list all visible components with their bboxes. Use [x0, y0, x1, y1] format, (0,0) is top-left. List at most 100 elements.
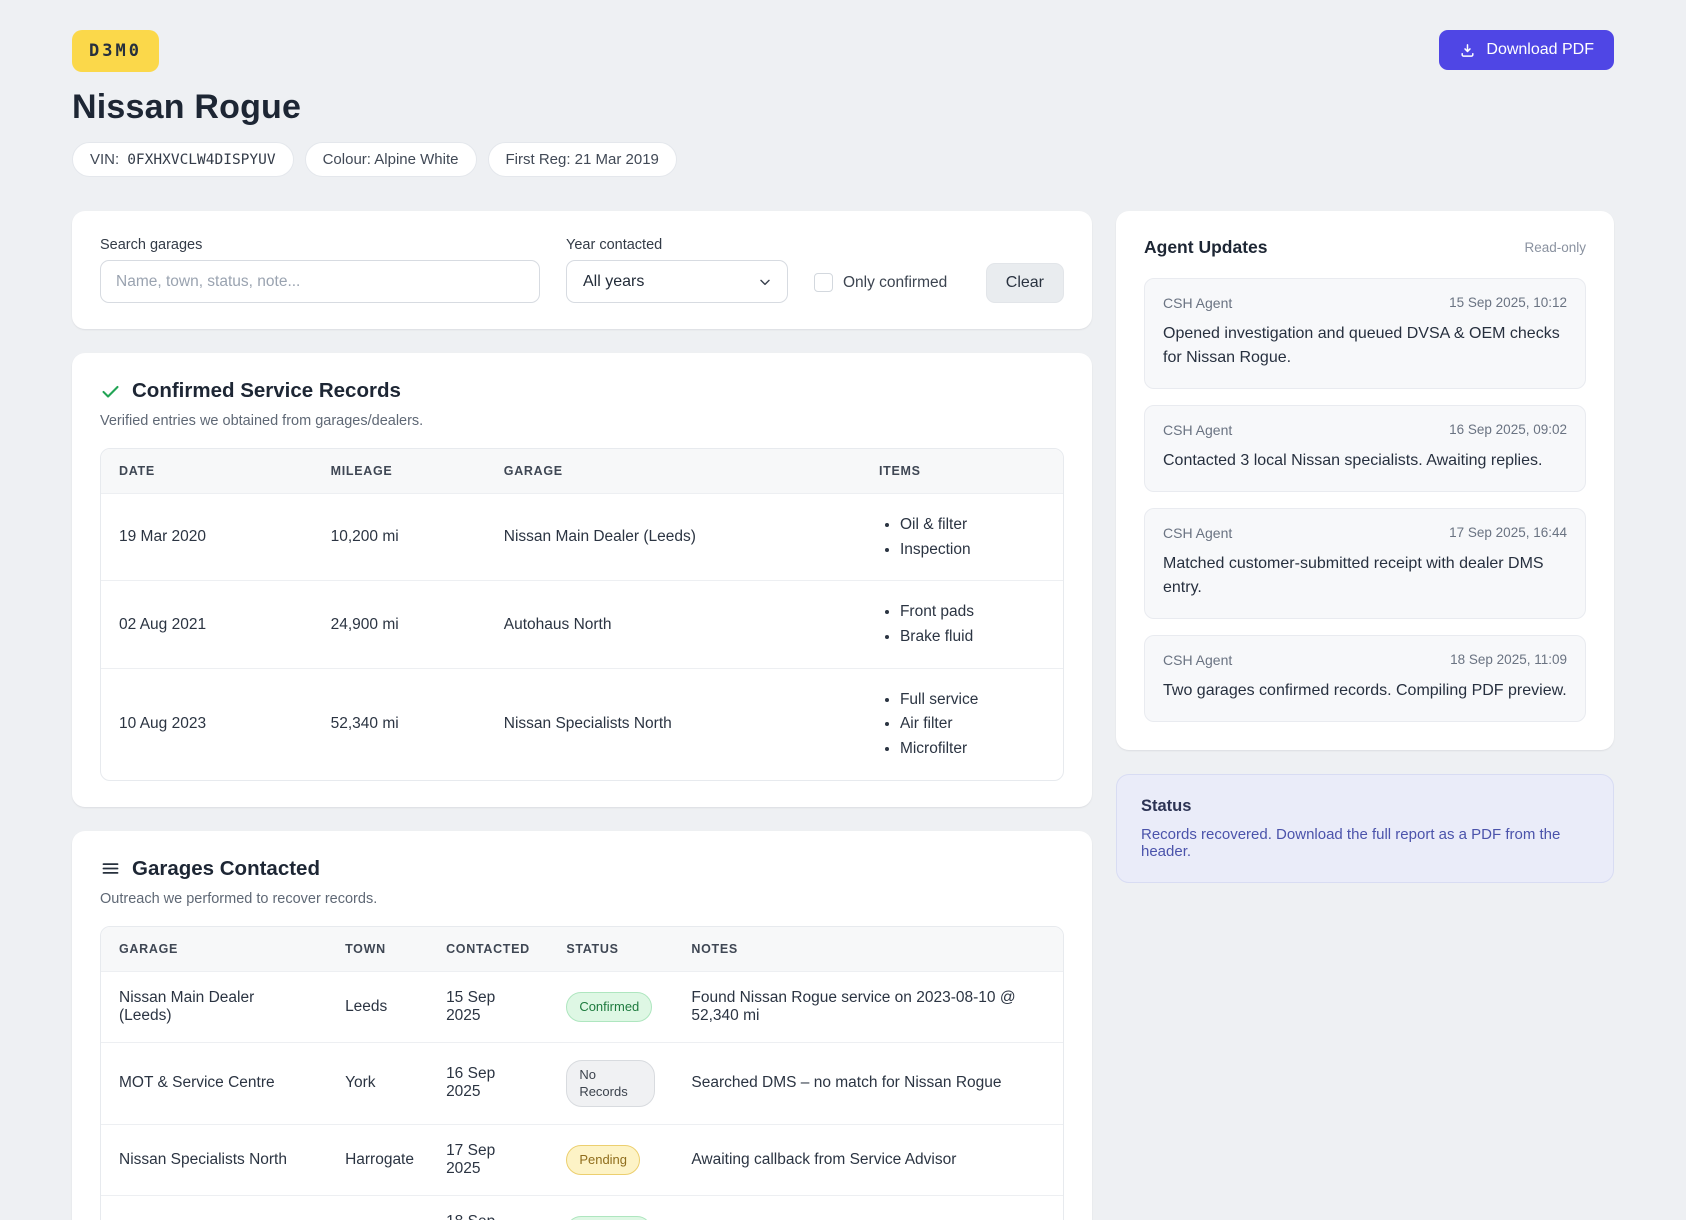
garage-town: Bradford	[327, 1195, 428, 1220]
record-garage: Autohaus North	[503, 615, 612, 633]
garage-name: Nissan Specialists North	[119, 1150, 287, 1168]
agent-name: CSH Agent	[1163, 422, 1233, 438]
agent-name: CSH Agent	[1163, 525, 1233, 541]
garage-contacted: 16 Sep 2025	[446, 1065, 496, 1101]
status-card: Status Records recovered. Download the f…	[1116, 774, 1614, 883]
record-date: 19 Mar 2020	[119, 528, 207, 546]
confirmed-records-title: Confirmed Service Records	[132, 379, 401, 402]
record-mileage: 24,900 mi	[330, 615, 399, 633]
garage-contacted: 17 Sep 2025	[446, 1141, 496, 1177]
page: D3M0 Download PDF Nissan Rogue VIN: 0FXH…	[72, 0, 1614, 1220]
col-town: Town	[345, 941, 386, 956]
search-input[interactable]	[100, 260, 540, 303]
record-mileage: 10,200 mi	[330, 528, 399, 546]
agent-updates-title: Agent Updates	[1144, 237, 1268, 257]
clear-button[interactable]: Clear	[985, 263, 1064, 303]
garage-notes: Stamped 2021 Nissan Rogue visit @ 24,900…	[673, 1195, 1063, 1220]
garage-notes: Found Nissan Rogue service on 2023-08-10…	[691, 988, 1016, 1024]
table-row: Autohaus North Bradford 18 Sep 2025 Conf…	[101, 1195, 1063, 1220]
update-timestamp: 15 Sep 2025, 10:12	[1449, 295, 1567, 310]
main-column: Search garages Year contacted All years	[72, 211, 1092, 1220]
table-row: 10 Aug 2023 52,340 mi Nissan Specialists…	[101, 668, 1063, 780]
update-message: Two garages confirmed records. Compiling…	[1163, 682, 1567, 699]
garages-contacted-table: Garage Town Contacted Status Notes Nissa…	[101, 926, 1063, 1220]
status-badge: No Records	[566, 1059, 656, 1107]
only-confirmed-label: Only confirmed	[843, 273, 948, 291]
col-status: Status	[566, 941, 619, 956]
table-row: Nissan Specialists North Harrogate 17 Se…	[101, 1124, 1063, 1195]
status-title: Status	[1141, 797, 1192, 815]
download-pdf-button[interactable]: Download PDF	[1439, 30, 1614, 70]
agent-update-item: CSH Agent 17 Sep 2025, 16:44 Matched cus…	[1144, 508, 1586, 619]
status-badge: Confirmed	[566, 992, 653, 1022]
update-message: Matched customer-submitted receipt with …	[1163, 555, 1544, 596]
search-field-group: Search garages	[100, 237, 540, 303]
update-message: Contacted 3 local Nissan specialists. Aw…	[1163, 452, 1543, 469]
table-header-row: Garage Town Contacted Status Notes	[101, 926, 1063, 972]
record-items: Front pads Brake fluid	[861, 581, 1063, 668]
garages-contacted-subtitle: Outreach we performed to recover records…	[100, 890, 378, 907]
record-item: Oil & filter	[900, 514, 1045, 536]
vin-value: 0FXHXVCLW4DISPYUV	[127, 151, 276, 168]
garage-status-cell: Pending	[548, 1124, 673, 1195]
garage-status-cell: No Records	[548, 1042, 673, 1124]
garage-name: Autohaus North	[101, 1195, 327, 1220]
garage-town: Leeds	[345, 997, 388, 1015]
top-bar: D3M0 Download PDF	[72, 30, 1614, 72]
check-icon	[100, 381, 121, 402]
garage-town: York	[345, 1074, 376, 1092]
record-item: Brake fluid	[900, 626, 1045, 648]
status-message: Records recovered. Download the full rep…	[1141, 826, 1561, 860]
garage-notes: Awaiting callback from Service Advisor	[691, 1150, 957, 1168]
year-select[interactable]: All years	[566, 260, 788, 303]
garage-status-cell: Confirmed	[548, 971, 673, 1042]
filter-card: Search garages Year contacted All years	[72, 211, 1092, 329]
status-badge: Confirmed	[566, 1216, 653, 1220]
garage-notes: Searched DMS – no match for Nissan Rogue	[691, 1074, 1002, 1092]
chevron-down-icon	[757, 274, 773, 290]
update-timestamp: 18 Sep 2025, 11:09	[1450, 652, 1567, 667]
record-mileage: 52,340 mi	[330, 715, 399, 733]
record-item: Inspection	[900, 539, 1045, 561]
first-reg-chip: First Reg: 21 Mar 2019	[487, 142, 677, 177]
agent-updates-card: Agent Updates Read-only CSH Agent 15 Sep…	[1116, 211, 1614, 750]
download-pdf-label: Download PDF	[1486, 41, 1594, 58]
record-date: 10 Aug 2023	[119, 715, 207, 733]
table-row: 02 Aug 2021 24,900 mi Autohaus North Fro…	[101, 580, 1063, 668]
record-date: 02 Aug 2021	[119, 615, 207, 633]
page-title: Nissan Rogue	[72, 88, 302, 126]
col-notes: Notes	[691, 941, 738, 956]
vehicle-chips: VIN: 0FXHXVCLW4DISPYUV Colour: Alpine Wh…	[72, 142, 1614, 177]
col-mileage: Mileage	[330, 464, 393, 478]
confirmed-records-subtitle: Verified entries we obtained from garage…	[100, 413, 424, 429]
col-date: Date	[119, 464, 155, 478]
agent-update-item: CSH Agent 16 Sep 2025, 09:02 Contacted 3…	[1144, 405, 1586, 492]
col-garage: Garage	[119, 941, 179, 956]
search-label: Search garages	[100, 237, 203, 253]
only-confirmed-checkbox[interactable]	[814, 273, 833, 292]
garages-contacted-card: Garages Contacted Outreach we performed …	[72, 830, 1092, 1220]
record-items: Oil & filter Inspection	[861, 494, 1063, 581]
record-item: Air filter	[900, 713, 1045, 735]
record-item: Front pads	[900, 601, 1045, 623]
agent-updates-list: CSH Agent 15 Sep 2025, 10:12 Opened inve…	[1144, 278, 1586, 722]
record-items: Full serviceAir filter Microfilter	[861, 668, 1063, 780]
col-items: Items	[878, 464, 921, 478]
garage-contacted: 15 Sep 2025	[446, 988, 496, 1024]
status-badge: Pending	[566, 1145, 641, 1175]
garage-contacted: 18 Sep 2025	[428, 1195, 548, 1220]
record-garage: Nissan Main Dealer (Leeds)	[503, 528, 696, 546]
table-row: 19 Mar 2020 10,200 mi Nissan Main Dealer…	[101, 493, 1063, 581]
demo-badge: D3M0	[72, 30, 159, 72]
sidebar: Agent Updates Read-only CSH Agent 15 Sep…	[1116, 211, 1614, 883]
year-label: Year contacted	[566, 237, 663, 253]
confirmed-records-card: Confirmed Service Records Verified entri…	[72, 353, 1092, 807]
garage-name: Nissan Main Dealer (Leeds)	[119, 988, 255, 1024]
table-header-row: Date Mileage Garage Items	[101, 449, 1063, 494]
update-message: Opened investigation and queued DVSA & O…	[1163, 325, 1560, 366]
only-confirmed-group: Only confirmed	[814, 273, 947, 292]
record-garage: Nissan Specialists North	[503, 715, 672, 733]
table-row: Nissan Main Dealer (Leeds) Leeds 15 Sep …	[101, 971, 1063, 1042]
readonly-label: Read-only	[1524, 240, 1586, 255]
agent-name: CSH Agent	[1163, 652, 1233, 668]
